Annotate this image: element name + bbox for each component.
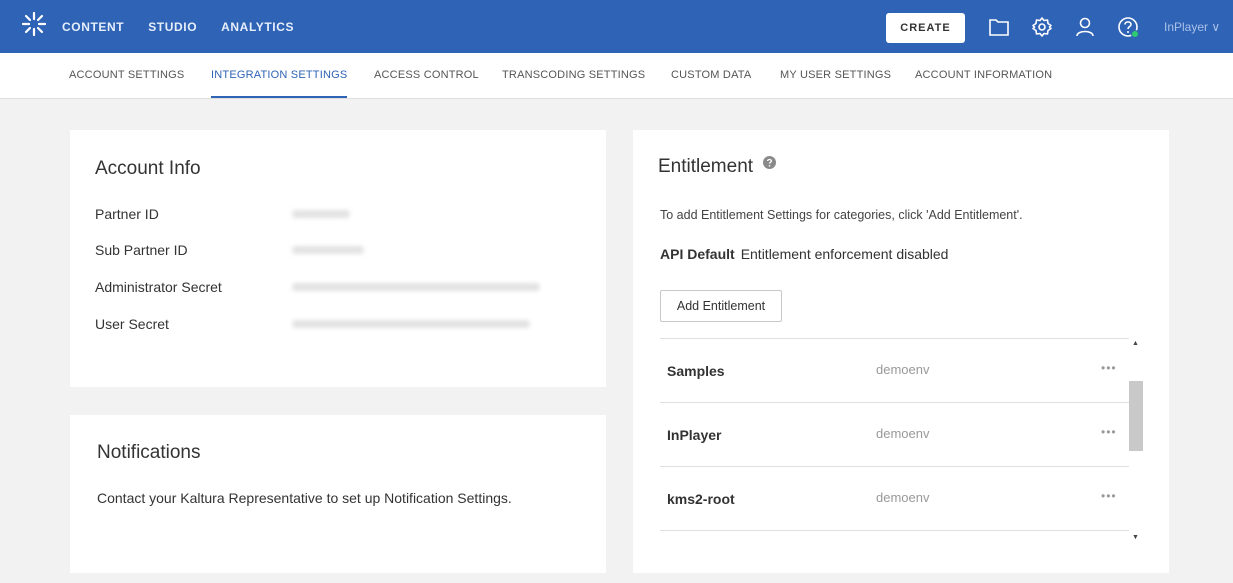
partner-id-value <box>292 210 350 218</box>
tab-integration-settings[interactable]: INTEGRATION SETTINGS <box>211 69 347 81</box>
entitlement-name: InPlayer <box>667 427 722 443</box>
list-item[interactable]: kms2-root demoenv ••• <box>660 467 1129 531</box>
more-actions-icon[interactable]: ••• <box>1101 361 1117 375</box>
entitlement-scrollbar[interactable]: ▲ ▼ <box>1129 338 1143 550</box>
notifications-text: Contact your Kaltura Representative to s… <box>97 490 512 506</box>
user-secret-value <box>292 320 530 328</box>
api-default-label: API Default <box>660 246 735 262</box>
user-icon[interactable] <box>1074 16 1096 38</box>
scroll-up-icon[interactable]: ▲ <box>1132 340 1139 347</box>
api-default-status: API Default Entitlement enforcement disab… <box>660 246 948 262</box>
kaltura-logo[interactable] <box>20 10 48 38</box>
more-actions-icon[interactable]: ••• <box>1101 425 1117 439</box>
entitlement-env: demoenv <box>876 490 930 505</box>
partner-id-label: Partner ID <box>95 206 159 222</box>
administrator-secret-value <box>292 283 540 291</box>
list-item[interactable]: InPlayer demoenv ••• <box>660 403 1129 467</box>
api-default-value: Entitlement enforcement disabled <box>740 246 949 262</box>
entitlement-description: To add Entitlement Settings for categori… <box>660 208 1023 222</box>
entitlement-name: kms2-root <box>667 491 735 507</box>
entitlement-name: Samples <box>667 363 725 379</box>
entitlement-title: Entitlement <box>658 156 754 177</box>
tab-custom-data[interactable]: CUSTOM DATA <box>671 69 751 81</box>
sub-partner-id-value <box>292 246 364 254</box>
notifications-title: Notifications <box>97 442 201 463</box>
entitlement-env: demoenv <box>876 426 930 441</box>
more-actions-icon[interactable]: ••• <box>1101 489 1117 503</box>
account-info-title: Account Info <box>95 158 201 179</box>
tab-account-settings[interactable]: ACCOUNT SETTINGS <box>69 69 184 81</box>
active-tab-indicator <box>211 96 347 98</box>
sub-partner-id-label: Sub Partner ID <box>95 242 188 258</box>
tab-account-information[interactable]: ACCOUNT INFORMATION <box>915 69 1052 81</box>
entitlement-env: demoenv <box>876 362 930 377</box>
tab-my-user-settings[interactable]: MY USER SETTINGS <box>780 69 891 81</box>
gear-icon[interactable] <box>1031 16 1053 38</box>
settings-tabs: ACCOUNT SETTINGS INTEGRATION SETTINGS AC… <box>0 53 1233 99</box>
scrollbar-thumb[interactable] <box>1129 381 1143 451</box>
main-nav: CONTENT STUDIO ANALYTICS <box>62 20 294 34</box>
create-button[interactable]: CREATE <box>886 13 965 43</box>
entitlement-list: Samples demoenv ••• InPlayer demoenv •••… <box>660 338 1129 550</box>
folder-icon[interactable] <box>988 16 1010 38</box>
help-icon[interactable] <box>1117 16 1139 38</box>
top-bar: CONTENT STUDIO ANALYTICS CREATE InPlayer… <box>0 0 1233 53</box>
list-item[interactable]: Samples demoenv ••• <box>660 339 1129 403</box>
nav-analytics[interactable]: ANALYTICS <box>221 20 294 34</box>
user-menu[interactable]: InPlayer ∨ <box>1164 20 1220 34</box>
add-entitlement-button[interactable]: Add Entitlement <box>660 290 782 322</box>
scroll-down-icon[interactable]: ▼ <box>1132 534 1139 541</box>
administrator-secret-label: Administrator Secret <box>95 279 222 295</box>
help-circle-icon[interactable] <box>763 156 776 169</box>
nav-content[interactable]: CONTENT <box>62 20 124 34</box>
nav-studio[interactable]: STUDIO <box>148 20 197 34</box>
user-secret-label: User Secret <box>95 316 169 332</box>
tab-transcoding-settings[interactable]: TRANSCODING SETTINGS <box>502 69 645 81</box>
tab-access-control[interactable]: ACCESS CONTROL <box>374 69 479 81</box>
